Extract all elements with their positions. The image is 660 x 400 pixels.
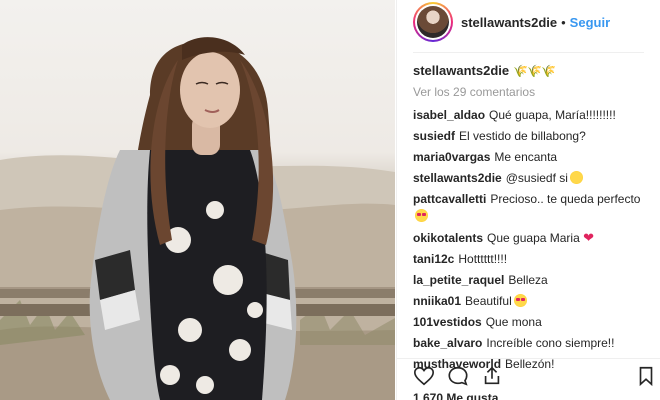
share-icon[interactable] [481, 365, 503, 387]
bookmark-icon[interactable] [635, 365, 657, 387]
likes-count[interactable]: 1.670 Me gusta [413, 391, 498, 400]
comment-item: tani12c Hotttttt!!!! [413, 251, 645, 268]
avatar-ring [415, 4, 451, 40]
follow-button[interactable]: Seguir [570, 15, 610, 30]
avatar[interactable] [413, 2, 453, 42]
heart-eyes-emoji-icon [415, 209, 428, 222]
comment-username[interactable]: bake_alvaro [413, 336, 482, 350]
red-heart-emoji-icon: ❤ [583, 230, 595, 245]
wheat-emoji: 🌾🌾🌾 [513, 64, 556, 78]
comment-text: Me encanta [494, 150, 558, 164]
comment-item: bake_alvaro Increíble cono siempre!! [413, 335, 645, 352]
comment-username[interactable]: nniika01 [413, 294, 461, 308]
post-panel: stellawants2die • Seguir stellawants2die… [396, 0, 660, 400]
caption-username[interactable]: stellawants2die [413, 63, 509, 78]
comment-item: isabel_aldao Qué guapa, María!!!!!!!!! [413, 107, 645, 124]
comment-username[interactable]: maria0vargas [413, 150, 490, 164]
comment-text: Hotttttt!!!! [458, 252, 508, 266]
comment-item: nniika01 Beautiful [413, 293, 645, 310]
header-username[interactable]: stellawants2die [461, 15, 557, 30]
comment-username[interactable]: susiedf [413, 129, 455, 143]
heart-icon[interactable] [413, 365, 435, 387]
smile-emoji-icon [569, 171, 583, 184]
comments-list: stellawants2die 🌾🌾🌾 Ver los 29 comentario… [413, 62, 645, 377]
comment-text: Beautiful [465, 294, 512, 308]
comment-username[interactable]: stellawants2die [413, 171, 502, 185]
comment-item: pattcavalletti Precioso.. te queda perfec… [413, 191, 645, 225]
comment-text: Precioso.. te queda perfecto [490, 192, 641, 206]
post-header: stellawants2die • Seguir [397, 0, 660, 44]
comment-item: maria0vargas Me encanta [413, 149, 645, 166]
header-separator: • [561, 14, 566, 30]
comment-text: Que mona [485, 315, 542, 329]
comment-text: Que guapa Maria [487, 231, 580, 245]
avatar-image [417, 6, 449, 38]
comment-text: Increíble cono siempre!! [486, 336, 615, 350]
comment-item: okikotalents Que guapa Maria ❤ [413, 229, 645, 247]
heart-eyes-emoji-icon [513, 294, 527, 307]
action-bar [397, 358, 660, 390]
comment-item: susiedf El vestido de billabong? [413, 128, 645, 145]
comment-item: stellawants2die @susiedf si [413, 170, 645, 187]
post-photo [0, 0, 395, 400]
comment-username[interactable]: 101vestidos [413, 315, 482, 329]
comment-text: @susiedf si [505, 171, 568, 185]
comment-username[interactable]: la_petite_raquel [413, 273, 504, 287]
comment-username[interactable]: isabel_aldao [413, 108, 485, 122]
comment-username[interactable]: tani12c [413, 252, 454, 266]
caption: stellawants2die 🌾🌾🌾 [413, 62, 645, 80]
comment-icon[interactable] [447, 365, 469, 387]
comment-text: Belleza [508, 273, 548, 287]
comment-text: El vestido de billabong? [459, 129, 586, 143]
comment-item: la_petite_raquel Belleza [413, 272, 645, 289]
comment-username[interactable]: okikotalents [413, 231, 483, 245]
comment-item: 101vestidos Que mona [413, 314, 645, 331]
header-divider [413, 52, 644, 53]
comment-text: Qué guapa, María!!!!!!!!! [489, 108, 616, 122]
view-comments-link[interactable]: Ver los 29 comentarios [413, 85, 645, 99]
comment-username[interactable]: pattcavalletti [413, 192, 486, 206]
